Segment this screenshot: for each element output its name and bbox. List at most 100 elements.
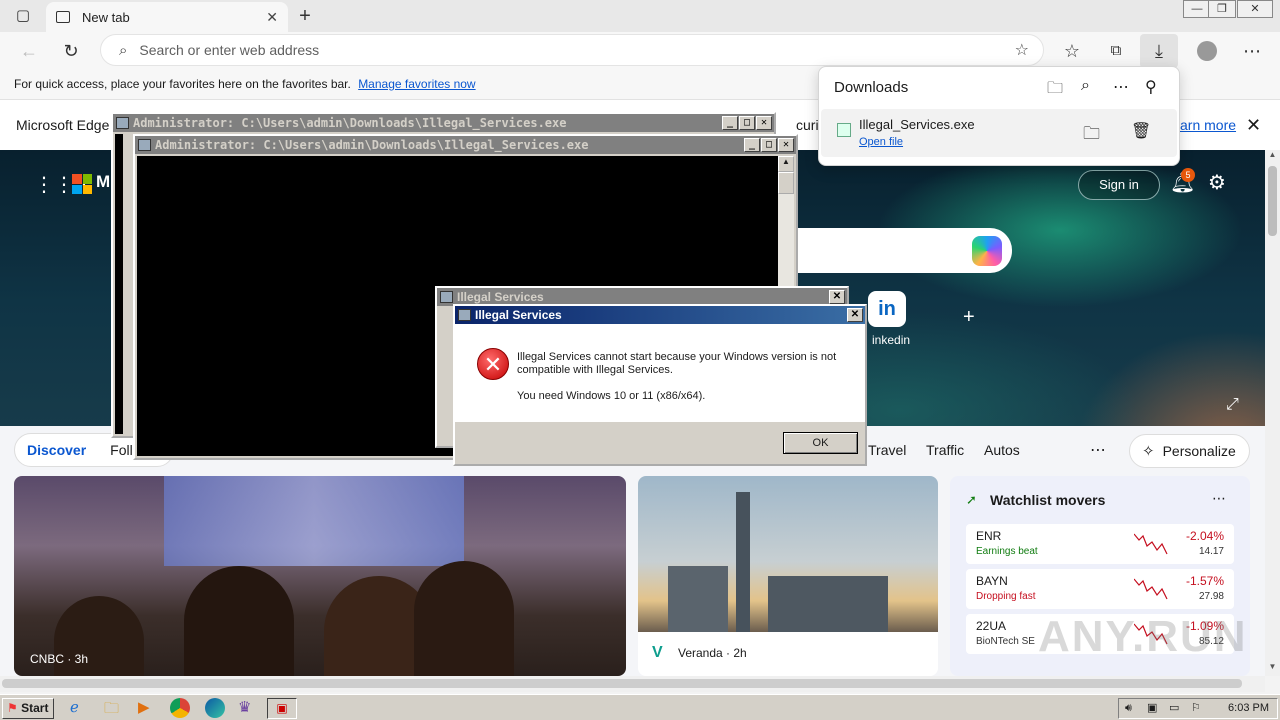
page-scroll-up-icon[interactable]: ▲ xyxy=(1265,150,1280,159)
personalize-icon: ✧ xyxy=(1142,443,1155,460)
tab-traffic[interactable]: Traffic xyxy=(926,442,964,458)
open-file-link[interactable]: Open file xyxy=(859,136,903,148)
maximize-button[interactable]: ❐ xyxy=(1208,0,1236,18)
downloads-panel: Downloads 🗀︎ ⌕ ⋯ ⚲ Illegal_Services.exe … xyxy=(818,66,1180,166)
personalize-label: Personalize xyxy=(1162,443,1236,459)
msgbox-titlebar[interactable]: Illegal Services ✕ xyxy=(455,306,865,324)
console-back-titlebar[interactable]: Administrator: C:\Users\admin\Downloads\… xyxy=(113,114,774,132)
app-icon xyxy=(440,291,453,303)
news-card-large[interactable]: CNBC · 3h xyxy=(14,476,626,676)
new-tab-icon[interactable]: + xyxy=(290,1,320,31)
start-label: Start xyxy=(21,701,49,715)
settings-gear-icon[interactable]: ⚙ xyxy=(1208,170,1226,195)
downloads-more-icon[interactable]: ⋯ xyxy=(1113,77,1129,97)
pin-icon[interactable]: ⚲ xyxy=(1145,77,1157,97)
expand-icon[interactable]: ⤢ xyxy=(1226,396,1239,414)
card2-source: Veranda · 2h xyxy=(678,646,747,660)
downloads-title: Downloads xyxy=(834,79,909,96)
edge-icon[interactable] xyxy=(205,698,225,718)
address-bar[interactable]: ⌕ Search or enter web address ☆ xyxy=(100,34,1044,66)
msgbox-close-button[interactable]: ✕ xyxy=(847,308,863,322)
console-back-minimize-button[interactable]: _ xyxy=(722,116,738,130)
search-icon: ⌕ xyxy=(119,41,128,59)
downloads-icon[interactable]: ⤓ xyxy=(1140,34,1178,68)
console-front-title: Administrator: C:\Users\admin\Downloads\… xyxy=(155,138,589,152)
network-icon[interactable]: ▣ xyxy=(1147,699,1157,718)
media-player-icon[interactable]: ▶ xyxy=(138,698,150,716)
h-scrollbar[interactable] xyxy=(0,676,1265,692)
tab-close-icon[interactable]: ✕ xyxy=(266,9,278,26)
watchlist-row[interactable]: BAYN Dropping fast -1.57% 27.98 xyxy=(966,569,1234,609)
news-card-city[interactable]: V Veranda · 2h xyxy=(638,476,938,676)
ok-button[interactable]: OK xyxy=(783,432,858,454)
favorites-icon[interactable]: ☆ xyxy=(1057,36,1087,66)
microsoft-logo xyxy=(72,174,92,194)
add-favorite-icon[interactable]: ☆ xyxy=(1015,40,1029,60)
msgbox-back-close-button[interactable]: ✕ xyxy=(829,290,845,304)
feed-more-icon[interactable]: ⋯ xyxy=(1090,440,1106,460)
tab-travel[interactable]: Travel xyxy=(868,442,906,458)
learn-more-link[interactable]: arn more xyxy=(1180,100,1236,150)
card1-source: CNBC · 3h xyxy=(30,652,89,666)
tab-discover[interactable]: Discover xyxy=(27,442,86,458)
page-scroll-down-icon[interactable]: ▼ xyxy=(1265,662,1280,671)
active-task-button[interactable]: ▣ xyxy=(267,698,297,719)
download-item[interactable]: Illegal_Services.exe Open file 🗀︎ 🗑︎ xyxy=(821,109,1177,157)
show-in-folder-icon[interactable]: 🗀︎ xyxy=(1083,121,1100,150)
app-icon[interactable]: ♛ xyxy=(238,698,251,716)
start-button[interactable]: ⚑ Start xyxy=(2,698,54,719)
copilot-icon[interactable] xyxy=(972,236,1002,266)
web-search-box[interactable] xyxy=(796,228,1012,273)
more-icon[interactable]: ⋯ xyxy=(1237,36,1267,66)
console-front-minimize-button[interactable]: _ xyxy=(744,138,760,152)
collections-icon[interactable]: ⧉ xyxy=(1101,36,1131,66)
refresh-icon[interactable]: ↻ xyxy=(56,36,86,66)
chrome-icon[interactable] xyxy=(170,698,190,718)
search-downloads-icon[interactable]: ⌕ xyxy=(1081,77,1090,95)
explorer-icon[interactable]: 🗀︎ xyxy=(104,698,119,720)
clock: 6:03 PM xyxy=(1228,702,1269,714)
console-front-maximize-button[interactable]: □ xyxy=(761,138,777,152)
console-back-close-button[interactable]: ✕ xyxy=(756,116,772,130)
back-icon[interactable]: ← xyxy=(14,36,44,66)
msgbox-dialog[interactable]: Illegal Services ✕ ✕ Illegal Services ca… xyxy=(453,304,867,466)
watchlist-row[interactable]: ENR Earnings beat -2.04% 14.17 xyxy=(966,524,1234,564)
profile-avatar[interactable] xyxy=(1197,41,1217,61)
building xyxy=(768,576,888,632)
personalize-button[interactable]: ✧ Personalize xyxy=(1129,434,1250,468)
volume-icon[interactable]: 🔊︎ xyxy=(1125,699,1132,718)
address-placeholder: Search or enter web address xyxy=(139,42,320,58)
tower xyxy=(736,492,750,632)
tab-new-tab[interactable]: New tab ✕ xyxy=(46,2,288,32)
task-app-icon: ▣ xyxy=(276,701,288,715)
scroll-up-icon[interactable]: ▲ xyxy=(778,156,794,172)
watchlist-more-icon[interactable]: ⋯ xyxy=(1212,490,1226,507)
notice-close-icon[interactable]: ✕ xyxy=(1246,100,1261,150)
linkedin-icon[interactable]: in xyxy=(868,291,906,327)
scroll-thumb[interactable] xyxy=(778,172,794,194)
delete-icon[interactable]: 🗑︎ xyxy=(1131,121,1151,141)
ie-icon[interactable]: ℯ xyxy=(70,698,79,716)
manage-favorites-link[interactable]: Manage favorites now xyxy=(358,77,475,91)
msgbox-body: ✕ Illegal Services cannot start because … xyxy=(455,324,865,422)
add-shortcut-icon[interactable]: + xyxy=(963,306,975,329)
page-scrollbar[interactable]: ▲ ▼ xyxy=(1265,150,1280,676)
console-front-close-button[interactable]: ✕ xyxy=(778,138,794,152)
minimize-button[interactable]: — xyxy=(1183,0,1211,18)
console-back-maximize-button[interactable]: □ xyxy=(739,116,755,130)
msgbox-back-title: Illegal Services xyxy=(457,290,544,304)
page-scroll-thumb[interactable] xyxy=(1268,166,1277,236)
tab-actions-icon[interactable]: ▢ xyxy=(8,1,38,31)
open-folder-icon[interactable]: 🗀︎ xyxy=(1047,77,1063,104)
taskbar: ⚑ Start ℯ 🗀︎ ▶ ♛ ▣ 🔊︎ ▣ ▭ ⚐ 6:03 PM xyxy=(0,694,1280,720)
battery-icon[interactable]: ▭ xyxy=(1169,699,1179,718)
stock-subtitle: BioNTech SE xyxy=(976,636,1035,647)
h-scroll-thumb[interactable] xyxy=(2,679,1242,688)
close-button[interactable]: ✕ xyxy=(1237,0,1273,18)
tab-autos[interactable]: Autos xyxy=(984,442,1020,458)
flag-icon[interactable]: ⚐ xyxy=(1191,699,1201,718)
favorites-notice: For quick access, place your favorites h… xyxy=(14,77,351,91)
console-back-body xyxy=(115,134,123,434)
sign-in-button[interactable]: Sign in xyxy=(1078,170,1160,200)
console-front-titlebar[interactable]: Administrator: C:\Users\admin\Downloads\… xyxy=(135,136,796,154)
